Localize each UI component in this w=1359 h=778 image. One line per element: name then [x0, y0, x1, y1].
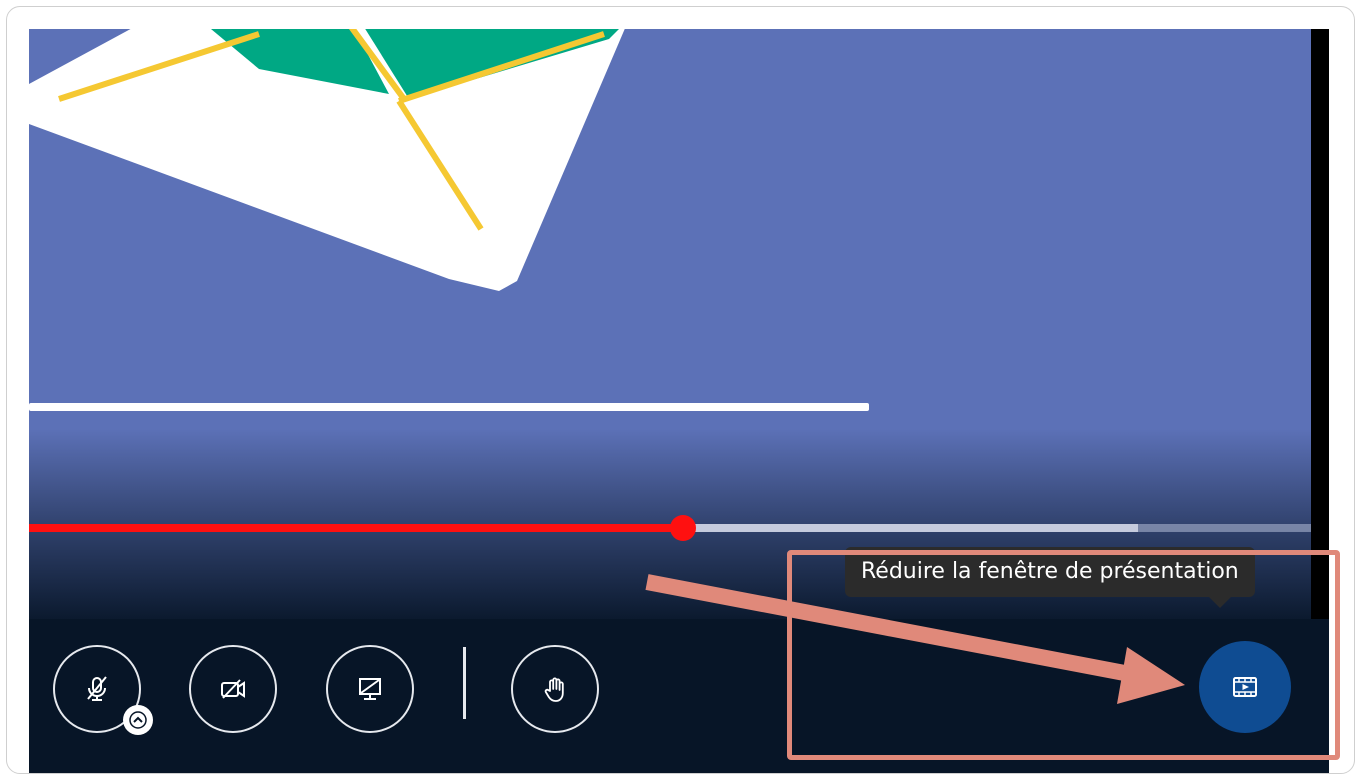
screenshot-frame: Réduire la fenêtre de présentation	[6, 6, 1355, 774]
annotation-arrow	[645, 574, 1185, 704]
